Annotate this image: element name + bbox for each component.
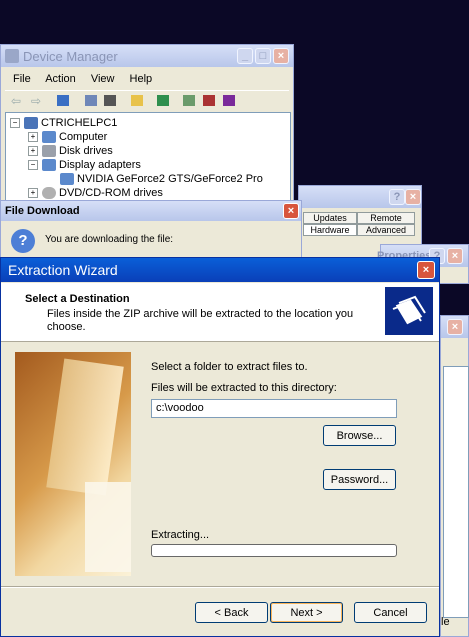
help-button[interactable]: ?: [389, 189, 405, 205]
tab-hardware[interactable]: Hardware: [303, 224, 357, 236]
properties-tabs: Updates Remote Hardware Advanced: [301, 212, 419, 236]
update-driver-icon[interactable]: [183, 95, 195, 106]
right-window-button-fragment[interactable]: le: [441, 616, 450, 628]
tab-remote[interactable]: Remote: [357, 212, 415, 224]
tree-root-label: CTRICHELPC1: [41, 117, 118, 129]
file-download-title: File Download: [5, 205, 80, 217]
tree-display[interactable]: − Display adapters: [28, 159, 141, 172]
close-button[interactable]: ×: [447, 319, 463, 335]
tree-disk[interactable]: + Disk drives: [28, 145, 113, 158]
browse-button[interactable]: Browse...: [323, 425, 396, 446]
close-button[interactable]: ×: [273, 48, 289, 64]
select-folder-prompt: Select a folder to extract files to.: [151, 361, 308, 373]
expand-icon[interactable]: +: [28, 146, 38, 157]
tree-display-label: Display adapters: [59, 159, 141, 171]
tree-root[interactable]: − CTRICHELPC1: [10, 117, 118, 130]
display-adapter-icon: [60, 173, 74, 186]
expand-icon[interactable]: +: [28, 188, 38, 199]
back-arrow-icon[interactable]: ⇦: [11, 94, 21, 108]
tree-dvd[interactable]: + DVD/CD-ROM drives: [28, 187, 163, 200]
cancel-button[interactable]: Cancel: [354, 602, 427, 623]
wizard-side-image: [15, 352, 131, 576]
display-adapter-icon: [42, 159, 56, 172]
maximize-button[interactable]: □: [255, 48, 271, 64]
device-manager-window: Device Manager _ □ × File Action View He…: [0, 44, 294, 204]
help-icon[interactable]: [131, 95, 143, 106]
menu-action[interactable]: Action: [45, 73, 76, 85]
tree-adapter[interactable]: NVIDIA GeForce2 GTS/GeForce2 Pro: [60, 173, 263, 186]
scan-hardware-icon[interactable]: [157, 95, 169, 106]
computer-icon: [24, 117, 38, 130]
right-background-window: × le: [440, 315, 469, 637]
password-button[interactable]: Password...: [323, 469, 396, 490]
tree-disk-label: Disk drives: [59, 145, 113, 157]
device-tree: − CTRICHELPC1 + Computer + Disk drives − Dis…: [5, 112, 291, 204]
tree-computer[interactable]: + Computer: [28, 131, 108, 144]
download-message: You are downloading the file:: [45, 234, 174, 245]
disk-icon: [42, 145, 56, 158]
print-icon[interactable]: [104, 95, 116, 106]
file-download-titlebar[interactable]: File Download ×: [1, 201, 301, 221]
toolbar: ⇦ ⇨: [5, 90, 289, 111]
extracting-label: Extracting...: [151, 529, 210, 541]
wizard-separator: [1, 586, 439, 588]
minimize-button[interactable]: _: [237, 48, 253, 64]
collapse-icon[interactable]: −: [28, 160, 38, 171]
menu-view[interactable]: View: [91, 73, 115, 85]
computer-icon: [42, 131, 56, 144]
disable-icon[interactable]: [223, 95, 235, 106]
device-manager-title: Device Manager: [23, 49, 118, 64]
tab-advanced[interactable]: Advanced: [357, 224, 415, 236]
file-download-window: File Download × ? You are downloading th…: [0, 200, 302, 260]
menu-bar: File Action View Help: [13, 73, 164, 85]
extraction-progress-bar: [151, 544, 397, 557]
right-window-panel: [443, 366, 469, 618]
wizard-titlebar[interactable]: Extraction Wizard ×: [1, 258, 439, 282]
collapse-icon[interactable]: −: [10, 118, 20, 129]
properties-icon[interactable]: [85, 95, 97, 106]
directory-input[interactable]: c:\voodoo: [151, 399, 397, 418]
expand-icon[interactable]: +: [28, 132, 38, 143]
forward-arrow-icon[interactable]: ⇨: [31, 94, 41, 108]
menu-help[interactable]: Help: [130, 73, 153, 85]
wizard-header: Select a Destination Files inside the ZI…: [1, 283, 439, 342]
extraction-wizard-window: Extraction Wizard × Select a Destination…: [0, 257, 440, 637]
back-button[interactable]: < Back: [195, 602, 268, 623]
tab-updates[interactable]: Updates: [303, 212, 357, 224]
uninstall-icon[interactable]: [203, 95, 215, 106]
properties-titlebar[interactable]: ? ×: [299, 186, 421, 208]
folder-icon: [385, 287, 433, 335]
menu-file[interactable]: File: [13, 73, 31, 85]
close-button[interactable]: ×: [447, 248, 463, 264]
dvd-icon: [42, 187, 56, 200]
console-tree-icon[interactable]: [57, 95, 69, 106]
close-button[interactable]: ×: [417, 261, 435, 279]
tree-computer-label: Computer: [59, 131, 108, 143]
next-button[interactable]: Next >: [270, 602, 343, 623]
wizard-title: Extraction Wizard: [8, 262, 118, 278]
header-description: Files inside the ZIP archive will be ext…: [47, 308, 354, 333]
close-button[interactable]: ×: [283, 203, 299, 219]
device-manager-app-icon: [5, 49, 19, 63]
close-button[interactable]: ×: [405, 189, 421, 205]
header-title: Select a Destination: [25, 293, 130, 305]
question-icon: ?: [11, 229, 35, 253]
tree-dvd-label: DVD/CD-ROM drives: [59, 187, 163, 199]
right-window-titlebar[interactable]: ×: [441, 316, 468, 338]
directory-label: Files will be extracted to this director…: [151, 382, 337, 394]
device-manager-titlebar[interactable]: Device Manager _ □ ×: [1, 45, 293, 67]
tree-adapter-label: NVIDIA GeForce2 GTS/GeForce2 Pro: [77, 173, 263, 185]
